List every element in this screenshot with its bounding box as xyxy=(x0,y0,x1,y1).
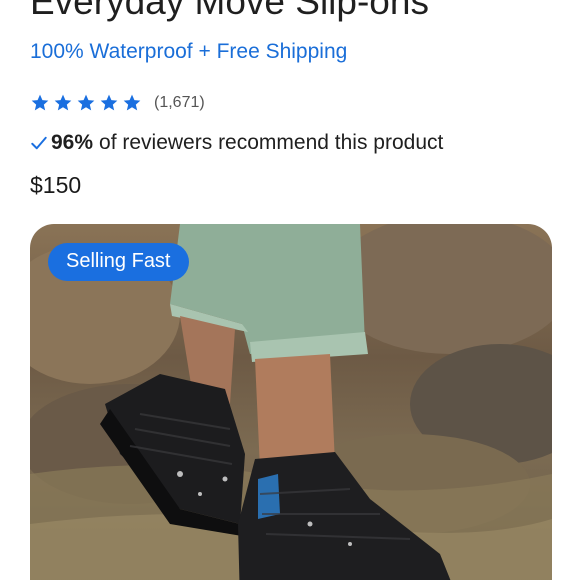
recommend-percent: 96% xyxy=(51,131,94,154)
star-icon xyxy=(100,94,118,111)
checkmark-icon xyxy=(31,136,47,150)
star-icon xyxy=(54,94,72,111)
product-price: $150 xyxy=(30,172,82,198)
recommend-text: of reviewers recommend this product xyxy=(99,131,444,154)
star-rating xyxy=(30,93,142,113)
product-subtitle: 100% Waterproof + Free Shipping xyxy=(30,40,348,63)
star-icon xyxy=(31,94,49,111)
star-icon xyxy=(77,94,95,111)
star-icon xyxy=(123,94,141,111)
review-count[interactable]: (1,671) xyxy=(154,94,205,112)
selling-fast-badge: Selling Fast xyxy=(48,243,189,281)
recommendation-line: 96% of reviewers recommend this product xyxy=(30,131,443,155)
rating-row[interactable]: (1,671) xyxy=(30,92,205,114)
product-title: Everyday Move Slip-ons xyxy=(30,0,429,22)
